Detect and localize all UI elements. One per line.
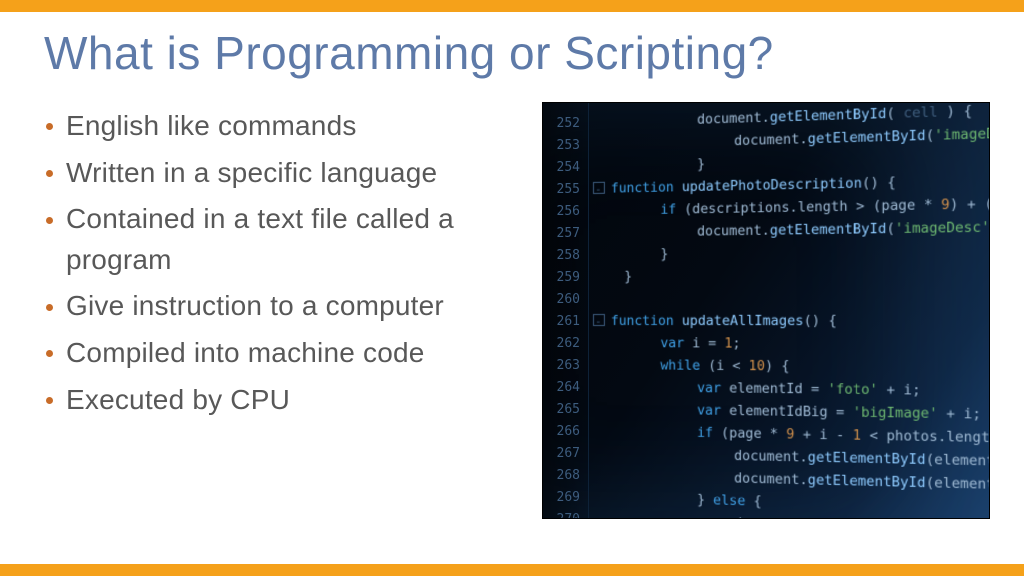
code-gutter: 252 253 254 255 256 257 258 259 260 261 …	[543, 103, 589, 518]
bullet-item: English like commands	[44, 106, 524, 147]
bullet-item: Executed by CPU	[44, 380, 524, 421]
bullet-item: Give instruction to a computer	[44, 286, 524, 327]
slide: What is Programming or Scripting? Englis…	[0, 12, 1024, 564]
slide-title: What is Programming or Scripting?	[44, 26, 990, 80]
accent-bar-bottom	[0, 564, 1024, 576]
bullet-list: English like commands Written in a speci…	[44, 106, 524, 426]
accent-bar-top	[0, 0, 1024, 12]
code-editor-image: 252 253 254 255 256 257 258 259 260 261 …	[542, 102, 990, 519]
bullet-item: Written in a specific language	[44, 153, 524, 194]
bullet-item: Contained in a text file called a progra…	[44, 199, 524, 280]
code-content: document.getElementById( cell ) { docume…	[593, 102, 990, 519]
slide-body: English like commands Written in a speci…	[44, 102, 990, 519]
bullet-item: Compiled into machine code	[44, 333, 524, 374]
